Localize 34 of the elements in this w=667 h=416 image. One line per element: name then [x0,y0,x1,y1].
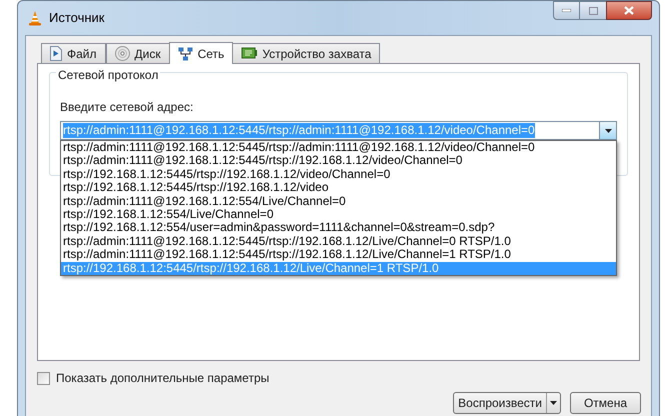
window-title: Источник [49,9,104,28]
minimize-icon [562,9,571,12]
dropdown-option[interactable]: rtsp://192.168.1.12:5445/rtsp://192.168.1.12/video [61,181,616,195]
dropdown-option[interactable]: rtsp://admin:1111@192.168.1.12:554/Live/Channel=0 [61,194,616,208]
dropdown-option[interactable]: rtsp://admin:1111@192.168.1.12:5445/rtsp://192.168.1.12/video/Channel=0 [61,154,616,168]
tab[interactable]: Диск [106,43,170,63]
cancel-button[interactable]: Отмена [570,392,641,414]
file-play-icon [50,46,62,61]
dropdown-option[interactable]: rtsp://admin:1111@192.168.1.12:5445/rtsp://192.168.1.12/Live/Channel=0 RTSP/1.0 [61,234,616,248]
caret-icon [550,401,557,405]
tab[interactable]: Файл [41,43,106,63]
dropdown-option[interactable]: rtsp://192.168.1.12:554/Live/Channel=0 [61,208,616,222]
field-label: Введите сетевой адрес: [60,99,194,116]
tab[interactable]: Сеть [168,42,234,64]
capture-card-icon [241,47,258,60]
traffic-cone-icon [27,10,43,26]
dropdown-button[interactable] [599,122,616,139]
tab[interactable]: Устройство захвата [232,43,380,63]
close-icon [624,6,634,15]
dropdown-option[interactable]: rtsp://admin:1111@192.168.1.12:5445/rtsp://admin:1111@192.168.1.12/video/Channel=0 [61,141,616,154]
play-split-button[interactable]: Воспроизвести [453,392,561,414]
minimize-button[interactable] [553,1,580,20]
address-value: rtsp://admin:1111@192.168.1.12:5445/rtsp://admin:1111@192.168.1.12/video/Channel=0 [63,123,535,138]
network-icon [178,46,193,60]
maximize-button[interactable] [580,1,606,20]
caret-icon [604,128,612,132]
dropdown-option[interactable]: rtsp://192.168.1.12:5445/rtsp://192.168.1.12/video/Channel=0 [61,168,616,182]
checkbox-label: Показать дополнительные параметры [56,370,270,387]
checkbox[interactable] [37,372,50,384]
dropdown-option[interactable]: rtsp://192.168.1.12:554/user=admin&password=1111&channel=0&stream=0.sdp? [61,221,616,235]
dropdown-option[interactable]: rtsp://admin:1111@192.168.1.12:5445/rtsp://192.168.1.12/Live/Channel=1 RTSP/1.0 [61,248,616,262]
maximize-icon [588,6,598,14]
close-button[interactable] [606,1,652,20]
disc-icon [114,46,130,61]
